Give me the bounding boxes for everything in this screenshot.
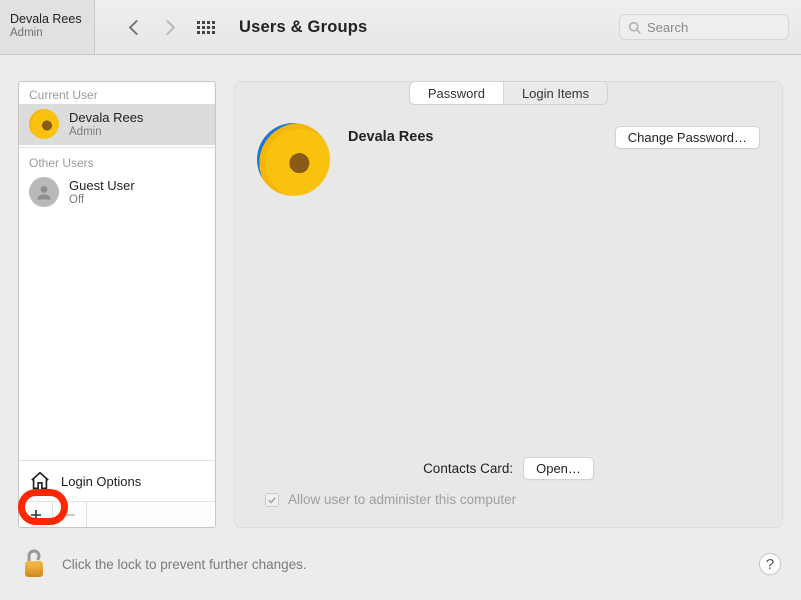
contacts-label: Contacts Card: bbox=[423, 461, 513, 476]
search-placeholder: Search bbox=[647, 20, 688, 35]
admin-checkbox-row: Allow user to administer this computer bbox=[257, 492, 760, 507]
change-password-button[interactable]: Change Password… bbox=[615, 126, 760, 149]
nav-arrows bbox=[131, 22, 173, 33]
toolbar-user-name: Devala Rees bbox=[10, 12, 84, 27]
all-prefs-icon[interactable] bbox=[197, 21, 215, 34]
sidebar-guest-name: Guest User bbox=[69, 178, 135, 193]
avatar-guest-icon bbox=[29, 177, 59, 207]
footer: Click the lock to prevent further change… bbox=[0, 528, 801, 600]
tab-password[interactable]: Password bbox=[410, 82, 503, 104]
sidebar-user-guest[interactable]: Guest User Off bbox=[19, 172, 215, 213]
search-icon bbox=[628, 21, 641, 34]
contacts-card-row: Contacts Card: Open… bbox=[257, 457, 760, 480]
checkmark-icon bbox=[267, 495, 277, 505]
sidebar-user-name: Devala Rees bbox=[69, 110, 143, 125]
help-button[interactable]: ? bbox=[759, 553, 781, 575]
add-user-button[interactable] bbox=[19, 502, 53, 527]
user-detail: Devala Rees Change Password… bbox=[257, 123, 760, 196]
divider bbox=[19, 147, 215, 148]
toolbar-user-pill[interactable]: Devala Rees Admin bbox=[0, 0, 95, 55]
admin-checkbox-label: Allow user to administer this computer bbox=[288, 492, 516, 507]
minus-icon bbox=[64, 509, 76, 521]
search-input[interactable]: Search bbox=[619, 14, 789, 40]
add-remove-bar bbox=[19, 501, 215, 527]
user-avatar-large-icon[interactable] bbox=[257, 123, 330, 196]
login-options-label: Login Options bbox=[61, 474, 141, 489]
forward-icon bbox=[160, 19, 176, 35]
back-icon[interactable] bbox=[129, 19, 145, 35]
detail-user-name: Devala Rees bbox=[348, 123, 433, 145]
sidebar-user-devala[interactable]: Devala Rees Admin bbox=[19, 104, 215, 145]
other-users-label: Other Users bbox=[19, 150, 215, 172]
toolbar: Devala Rees Admin Users & Groups Search bbox=[0, 0, 801, 55]
home-icon bbox=[29, 470, 51, 492]
admin-checkbox bbox=[265, 493, 279, 507]
lock-icon[interactable] bbox=[20, 547, 48, 581]
avatar-sunflower-icon bbox=[29, 109, 59, 139]
tab-bar: Password Login Items bbox=[257, 81, 760, 105]
current-user-label: Current User bbox=[19, 82, 215, 104]
sidebar-guest-role: Off bbox=[69, 194, 135, 206]
remove-user-button bbox=[53, 502, 87, 527]
main-panel: Password Login Items Devala Rees Change … bbox=[234, 81, 783, 528]
login-options[interactable]: Login Options bbox=[19, 460, 215, 501]
content: Current User Devala Rees Admin Other Use… bbox=[0, 55, 801, 528]
toolbar-user-role: Admin bbox=[10, 27, 84, 41]
page-title: Users & Groups bbox=[239, 18, 367, 37]
user-sidebar: Current User Devala Rees Admin Other Use… bbox=[18, 81, 216, 528]
footer-text: Click the lock to prevent further change… bbox=[62, 557, 307, 572]
tab-login-items[interactable]: Login Items bbox=[503, 82, 607, 104]
sidebar-user-role: Admin bbox=[69, 126, 143, 138]
plus-icon bbox=[30, 509, 42, 521]
open-contacts-button[interactable]: Open… bbox=[523, 457, 594, 480]
